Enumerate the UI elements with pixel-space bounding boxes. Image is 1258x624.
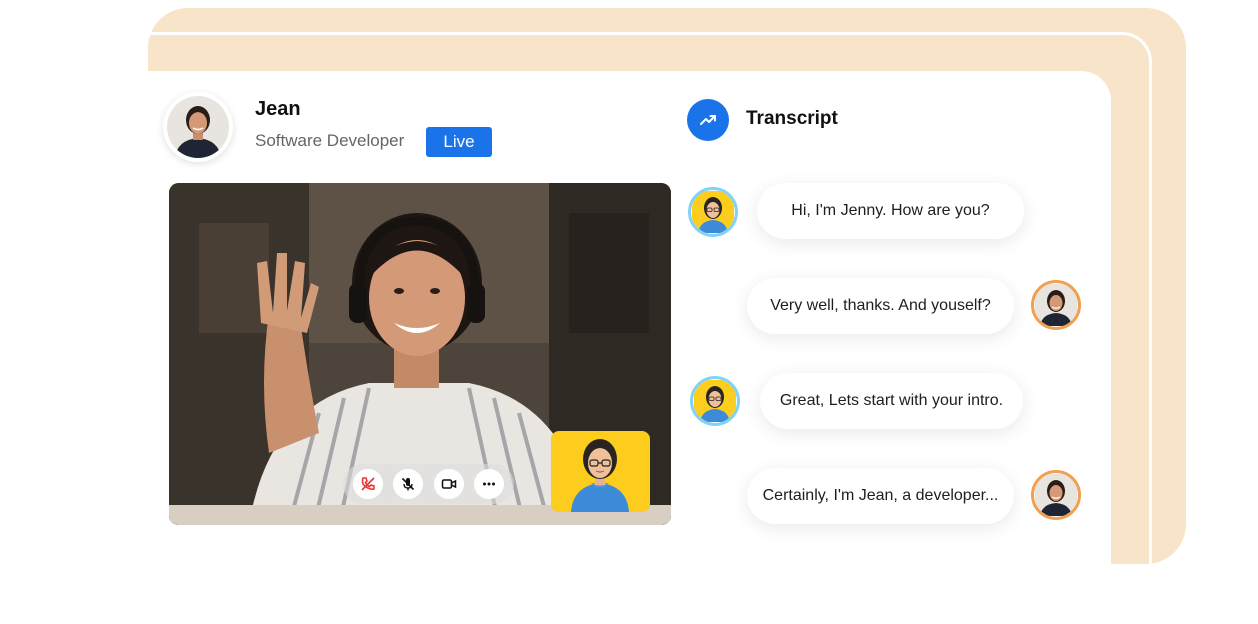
transcript-message-1: Hi, I'm Jenny. How are you? [757,183,1024,239]
transcript-title: Transcript [746,108,838,129]
user-photo-icon [1035,284,1077,326]
profile-name: Jean [255,98,301,120]
phone-hangup-icon [361,477,375,491]
user-photo-icon [1035,474,1077,516]
more-icon [482,482,495,486]
trending-up-icon [700,115,716,125]
transcript-icon-badge [687,99,729,141]
bot-avatar-icon [692,191,734,233]
bot-avatar [688,187,738,237]
call-controls-bar [343,464,514,504]
profile-avatar [163,92,233,162]
bot-avatar-icon [694,380,736,422]
transcript-message-2: Very well, thanks. And youself? [747,278,1014,334]
profile-role: Software Developer [255,131,405,150]
more-options-button[interactable] [473,469,504,499]
video-camera-icon [441,479,456,489]
live-status-badge: Live [426,127,492,157]
transcript-message-4: Certainly, I'm Jean, a developer... [747,468,1014,524]
hang-up-button[interactable] [353,469,384,499]
bot-avatar-illustration [571,439,629,512]
mute-button[interactable] [393,469,424,499]
bot-avatar [690,376,740,426]
self-view-thumbnail[interactable] [551,431,650,512]
transcript-message-3: Great, Lets start with your intro. [760,373,1023,429]
video-toggle-button[interactable] [433,469,464,499]
mic-off-icon [402,477,415,491]
user-avatar [1031,280,1081,330]
user-avatar [1031,470,1081,520]
user-photo-icon [167,96,229,158]
